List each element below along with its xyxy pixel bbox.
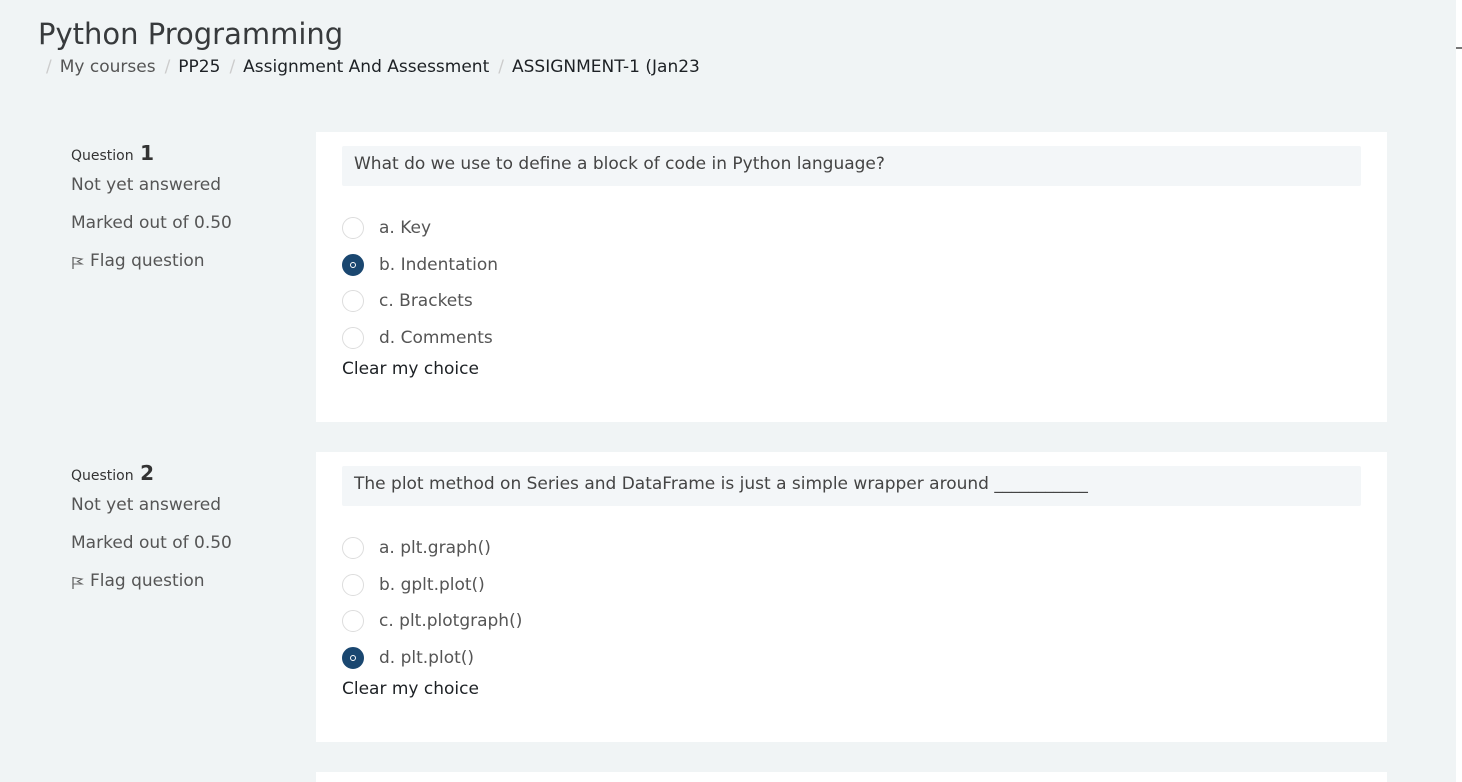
question-label: Question 2 [71, 461, 291, 485]
flag-question-label: Flag question [90, 571, 205, 591]
breadcrumb-item-course[interactable]: PP25 [178, 57, 220, 77]
breadcrumb-separator: / [46, 57, 52, 77]
answer-option-b[interactable]: b. Indentation [342, 247, 498, 284]
question-text: The plot method on Series and DataFrame … [342, 466, 1361, 506]
radio-button[interactable] [342, 326, 364, 349]
answer-label: c. plt.plotgraph() [379, 611, 523, 632]
breadcrumb-separator: / [498, 57, 504, 77]
answer-option-a[interactable]: a. Key [342, 210, 498, 247]
question-text: What do we use to define a block of code… [342, 146, 1361, 186]
question-label-text: Question [71, 148, 134, 164]
question-number: 2 [140, 461, 154, 485]
question-marks: Marked out of 0.50 [71, 533, 232, 553]
right-panel-edge [1456, 0, 1462, 782]
radio-button-checked[interactable] [342, 646, 364, 669]
flag-question-button[interactable]: Flag question [71, 571, 291, 591]
radio-button[interactable] [342, 217, 364, 240]
answer-option-a[interactable]: a. plt.graph() [342, 530, 522, 567]
quiz-page: Python Programming / My courses / PP25 /… [0, 0, 1462, 782]
right-panel-toggle[interactable] [1456, 47, 1462, 49]
answer-list: a. Key b. Indentation c. Brackets d. Com… [342, 210, 498, 356]
radio-button-checked[interactable] [342, 253, 364, 276]
page-title: Python Programming [38, 17, 344, 51]
radio-button[interactable] [342, 573, 364, 596]
question-3-card [316, 772, 1387, 782]
clear-choice-link[interactable]: Clear my choice [342, 679, 479, 699]
breadcrumb-item-my-courses[interactable]: My courses [60, 57, 156, 77]
answer-label: d. Comments [379, 327, 493, 348]
answer-option-c[interactable]: c. plt.plotgraph() [342, 603, 522, 640]
radio-button[interactable] [342, 537, 364, 560]
question-label: Question 1 [71, 141, 291, 165]
answer-option-d[interactable]: d. Comments [342, 320, 498, 357]
answer-label: a. plt.graph() [379, 538, 491, 559]
breadcrumb-item-assignment[interactable]: ASSIGNMENT-1 (Jan23 [512, 57, 700, 77]
question-1-card: What do we use to define a block of code… [316, 132, 1387, 422]
question-marks: Marked out of 0.50 [71, 213, 232, 233]
question-2-info: Question 2 Not yet answered Marked out o… [71, 461, 291, 591]
answer-label: d. plt.plot() [379, 647, 475, 668]
answer-label: c. Brackets [379, 291, 473, 312]
answer-label: b. Indentation [379, 254, 499, 275]
flag-icon [72, 256, 84, 269]
answer-list: a. plt.graph() b. gplt.plot() c. plt.plo… [342, 530, 522, 676]
flag-question-label: Flag question [90, 251, 205, 271]
answer-option-d[interactable]: d. plt.plot() [342, 640, 522, 677]
flag-question-button[interactable]: Flag question [71, 251, 291, 271]
radio-button[interactable] [342, 610, 364, 633]
question-state: Not yet answered [71, 175, 222, 195]
answer-option-c[interactable]: c. Brackets [342, 283, 498, 320]
breadcrumb: / My courses / PP25 / Assignment And Ass… [46, 57, 709, 77]
answer-label: b. gplt.plot() [379, 574, 485, 595]
flag-icon [72, 576, 84, 589]
question-2-card: The plot method on Series and DataFrame … [316, 452, 1387, 742]
answer-label: a. Key [379, 218, 432, 239]
radio-button[interactable] [342, 290, 364, 313]
clear-choice-link[interactable]: Clear my choice [342, 359, 479, 379]
question-number: 1 [140, 141, 154, 165]
breadcrumb-separator: / [164, 57, 171, 77]
question-state: Not yet answered [71, 495, 222, 515]
breadcrumb-separator: / [229, 57, 236, 77]
question-1-info: Question 1 Not yet answered Marked out o… [71, 141, 291, 271]
answer-option-b[interactable]: b. gplt.plot() [342, 567, 522, 604]
breadcrumb-item-section[interactable]: Assignment And Assessment [243, 57, 489, 77]
question-label-text: Question [71, 468, 134, 484]
